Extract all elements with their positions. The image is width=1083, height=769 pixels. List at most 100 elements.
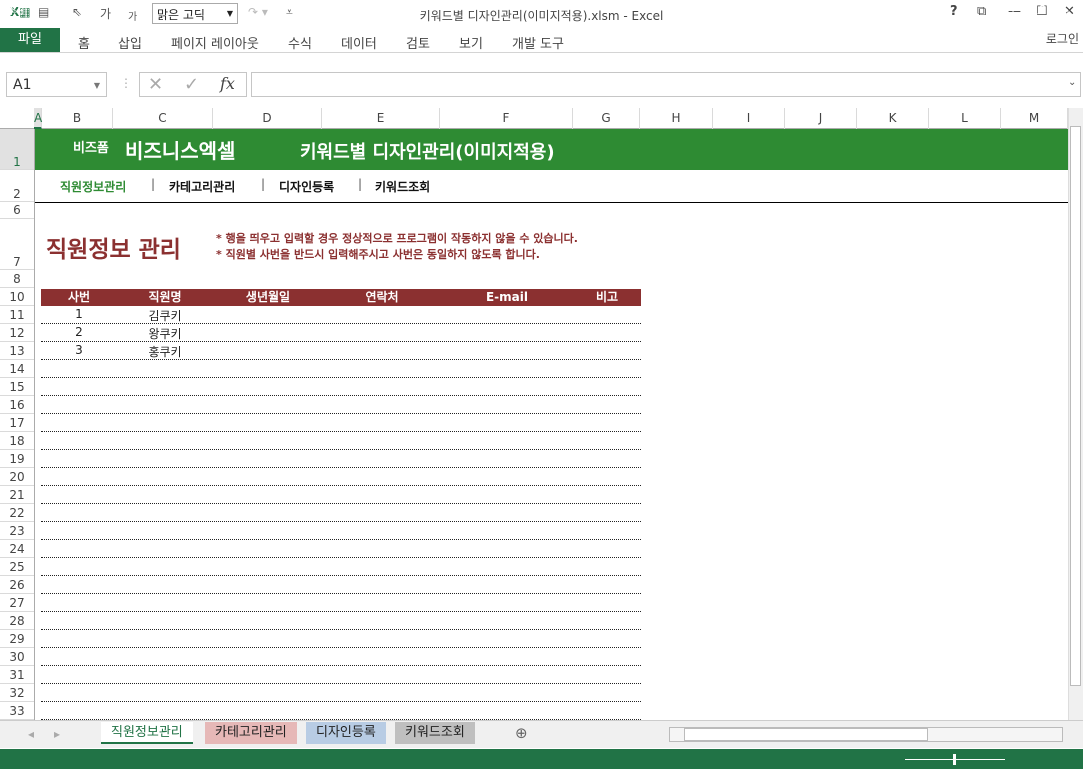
- add-sheet-icon[interactable]: ⊕: [515, 724, 528, 742]
- splitter-handle[interactable]: ⋮: [120, 76, 132, 90]
- row-header-33[interactable]: 33: [0, 702, 34, 720]
- row-header-32[interactable]: 32: [0, 684, 34, 702]
- column-header-F[interactable]: F: [440, 108, 573, 129]
- table-cell[interactable]: 홍쿠키: [117, 343, 213, 360]
- table-row: [41, 594, 641, 612]
- table-row: [41, 450, 641, 468]
- row-header-21[interactable]: 21: [0, 486, 34, 504]
- sheet-tab-3[interactable]: 디자인등록: [306, 722, 386, 744]
- column-header-M[interactable]: M: [1001, 108, 1068, 129]
- column-header-L[interactable]: L: [929, 108, 1001, 129]
- table-cell[interactable]: 왕쿠키: [117, 325, 213, 342]
- zoom-in-icon[interactable]: +: [1008, 3, 1018, 17]
- row-header-25[interactable]: 25: [0, 558, 34, 576]
- row-header-23[interactable]: 23: [0, 522, 34, 540]
- vertical-scroll-thumb[interactable]: [1070, 126, 1081, 686]
- column-header-A[interactable]: A: [34, 108, 42, 129]
- row-header-22[interactable]: 22: [0, 504, 34, 522]
- table-cell[interactable]: 김쿠키: [117, 307, 213, 324]
- table-row: [41, 576, 641, 594]
- column-header-H[interactable]: H: [640, 108, 713, 129]
- ribbon-display-icon[interactable]: ⧉: [977, 4, 986, 19]
- column-header-B[interactable]: B: [42, 108, 113, 129]
- horizontal-scroll-thumb[interactable]: [684, 728, 928, 741]
- header-email: E-mail: [485, 290, 528, 304]
- tab-data[interactable]: 데이터: [341, 33, 377, 52]
- row-header-16[interactable]: 16: [0, 396, 34, 414]
- row-header-7[interactable]: 7: [0, 219, 34, 270]
- column-header-K[interactable]: K: [857, 108, 929, 129]
- column-header-G[interactable]: G: [573, 108, 640, 129]
- tab-file[interactable]: 파일: [0, 28, 60, 52]
- row-header-6[interactable]: 6: [0, 202, 34, 219]
- row-header-27[interactable]: 27: [0, 594, 34, 612]
- sheet-tab-2[interactable]: 카테고리관리: [205, 722, 297, 744]
- nav-category[interactable]: 카테고리관리: [169, 178, 235, 195]
- row-header-1[interactable]: 1: [0, 129, 34, 170]
- row-header-26[interactable]: 26: [0, 576, 34, 594]
- enter-icon[interactable]: ✓: [184, 74, 199, 95]
- macro-record-icon[interactable]: ▤: [52, 3, 63, 17]
- row-header-18[interactable]: 18: [0, 432, 34, 450]
- name-box-value: A1: [13, 77, 32, 93]
- login-link[interactable]: 로그인: [1046, 30, 1079, 47]
- row-header-24[interactable]: 24: [0, 540, 34, 558]
- page-layout-view-icon[interactable]: ▣: [825, 3, 836, 17]
- tab-insert[interactable]: 삽입: [118, 33, 142, 52]
- zoom-out-icon[interactable]: −: [893, 3, 903, 17]
- row-header-10[interactable]: 10: [0, 288, 34, 306]
- row-header-11[interactable]: 11: [0, 306, 34, 324]
- nav-employee[interactable]: 직원정보관리: [60, 178, 126, 195]
- column-header-E[interactable]: E: [322, 108, 440, 129]
- normal-view-icon[interactable]: ▦: [787, 3, 798, 17]
- nav-design[interactable]: 디자인등록: [279, 178, 334, 195]
- column-header-I[interactable]: I: [713, 108, 785, 129]
- tab-developer[interactable]: 개발 도구: [512, 33, 564, 52]
- row-header-29[interactable]: 29: [0, 630, 34, 648]
- formula-input[interactable]: [251, 72, 1081, 97]
- tab-view[interactable]: 보기: [459, 33, 483, 52]
- table-cell[interactable]: 3: [41, 343, 117, 357]
- row-header-14[interactable]: 14: [0, 360, 34, 378]
- table-cell[interactable]: 2: [41, 325, 117, 339]
- row-header-15[interactable]: 15: [0, 378, 34, 396]
- row-header-19[interactable]: 19: [0, 450, 34, 468]
- note-1: * 행을 띄우고 입력할 경우 정상적으로 프로그램이 작동하지 않을 수 있습…: [216, 232, 578, 245]
- next-sheet-icon[interactable]: ▸: [54, 727, 60, 741]
- page-break-view-icon[interactable]: ◧: [862, 3, 873, 17]
- column-header-D[interactable]: D: [213, 108, 322, 129]
- cancel-icon[interactable]: ✕: [148, 74, 163, 95]
- tab-page-layout[interactable]: 페이지 레이아웃: [171, 33, 259, 52]
- tab-formulas[interactable]: 수식: [288, 33, 312, 52]
- row-header-2[interactable]: 2: [0, 170, 34, 202]
- row-header-20[interactable]: 20: [0, 468, 34, 486]
- tab-home[interactable]: 홈: [78, 33, 90, 52]
- row-header-30[interactable]: 30: [0, 648, 34, 666]
- column-header-J[interactable]: J: [785, 108, 857, 129]
- row-header-13[interactable]: 13: [0, 342, 34, 360]
- nav-keyword[interactable]: 키워드조회: [375, 178, 430, 195]
- help-button[interactable]: ?: [950, 4, 958, 19]
- row-header-12[interactable]: 12: [0, 324, 34, 342]
- name-box[interactable]: A1 ▼: [6, 72, 107, 97]
- table-cell[interactable]: 1: [41, 307, 117, 321]
- table-row: [41, 630, 641, 648]
- table-row: [41, 504, 641, 522]
- table-row: [41, 378, 641, 396]
- row-header-8[interactable]: 8: [0, 270, 34, 288]
- sheet-tab-1[interactable]: 직원정보관리: [101, 722, 193, 744]
- column-header-C[interactable]: C: [113, 108, 213, 129]
- sheet-tab-4[interactable]: 키워드조회: [395, 722, 475, 744]
- zoom-level[interactable]: 100 %: [1031, 3, 1069, 17]
- table-row: 3 홍쿠키: [41, 342, 641, 360]
- expand-formula-icon[interactable]: ⌄: [1068, 77, 1076, 88]
- row-header-31[interactable]: 31: [0, 666, 34, 684]
- tab-review[interactable]: 검토: [406, 33, 430, 52]
- zoom-slider-thumb[interactable]: [953, 754, 956, 765]
- row-header-28[interactable]: 28: [0, 612, 34, 630]
- nav-divider: [35, 202, 1068, 203]
- insert-function-button[interactable]: fx: [220, 74, 235, 93]
- row-header-17[interactable]: 17: [0, 414, 34, 432]
- formula-buttons: ✕ ✓ fx: [139, 72, 247, 97]
- prev-sheet-icon[interactable]: ◂: [28, 727, 34, 741]
